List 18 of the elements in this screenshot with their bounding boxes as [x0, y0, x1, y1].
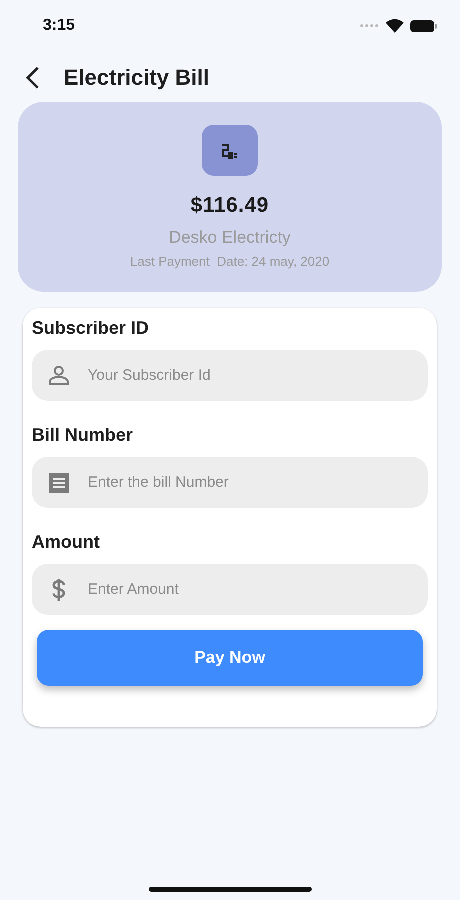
last-payment-date: Last Payment Date: 24 may, 2020	[130, 254, 330, 269]
signal-icon	[360, 24, 380, 28]
page-title: Electricity Bill	[64, 65, 210, 91]
field-label: Amount	[32, 532, 101, 553]
person-icon	[48, 366, 70, 386]
input-field[interactable]: Your Subscriber Id	[32, 350, 428, 401]
status-time: 3:15	[43, 17, 76, 35]
provider-name: Desko Electricty	[169, 228, 291, 248]
field-label: Bill Number	[32, 425, 134, 446]
battery-icon	[410, 20, 438, 32]
input-field[interactable]: Enter the bill Number	[32, 457, 428, 508]
field-label: Subscriber ID	[32, 318, 150, 339]
input-field[interactable]: Enter Amount	[32, 564, 428, 615]
bill-amount: $116.49	[190, 194, 270, 218]
wifi-icon	[386, 19, 404, 33]
receipt-icon	[48, 472, 70, 494]
plug-icon	[202, 125, 258, 176]
pay-now-button[interactable]: Pay Now	[37, 630, 423, 686]
